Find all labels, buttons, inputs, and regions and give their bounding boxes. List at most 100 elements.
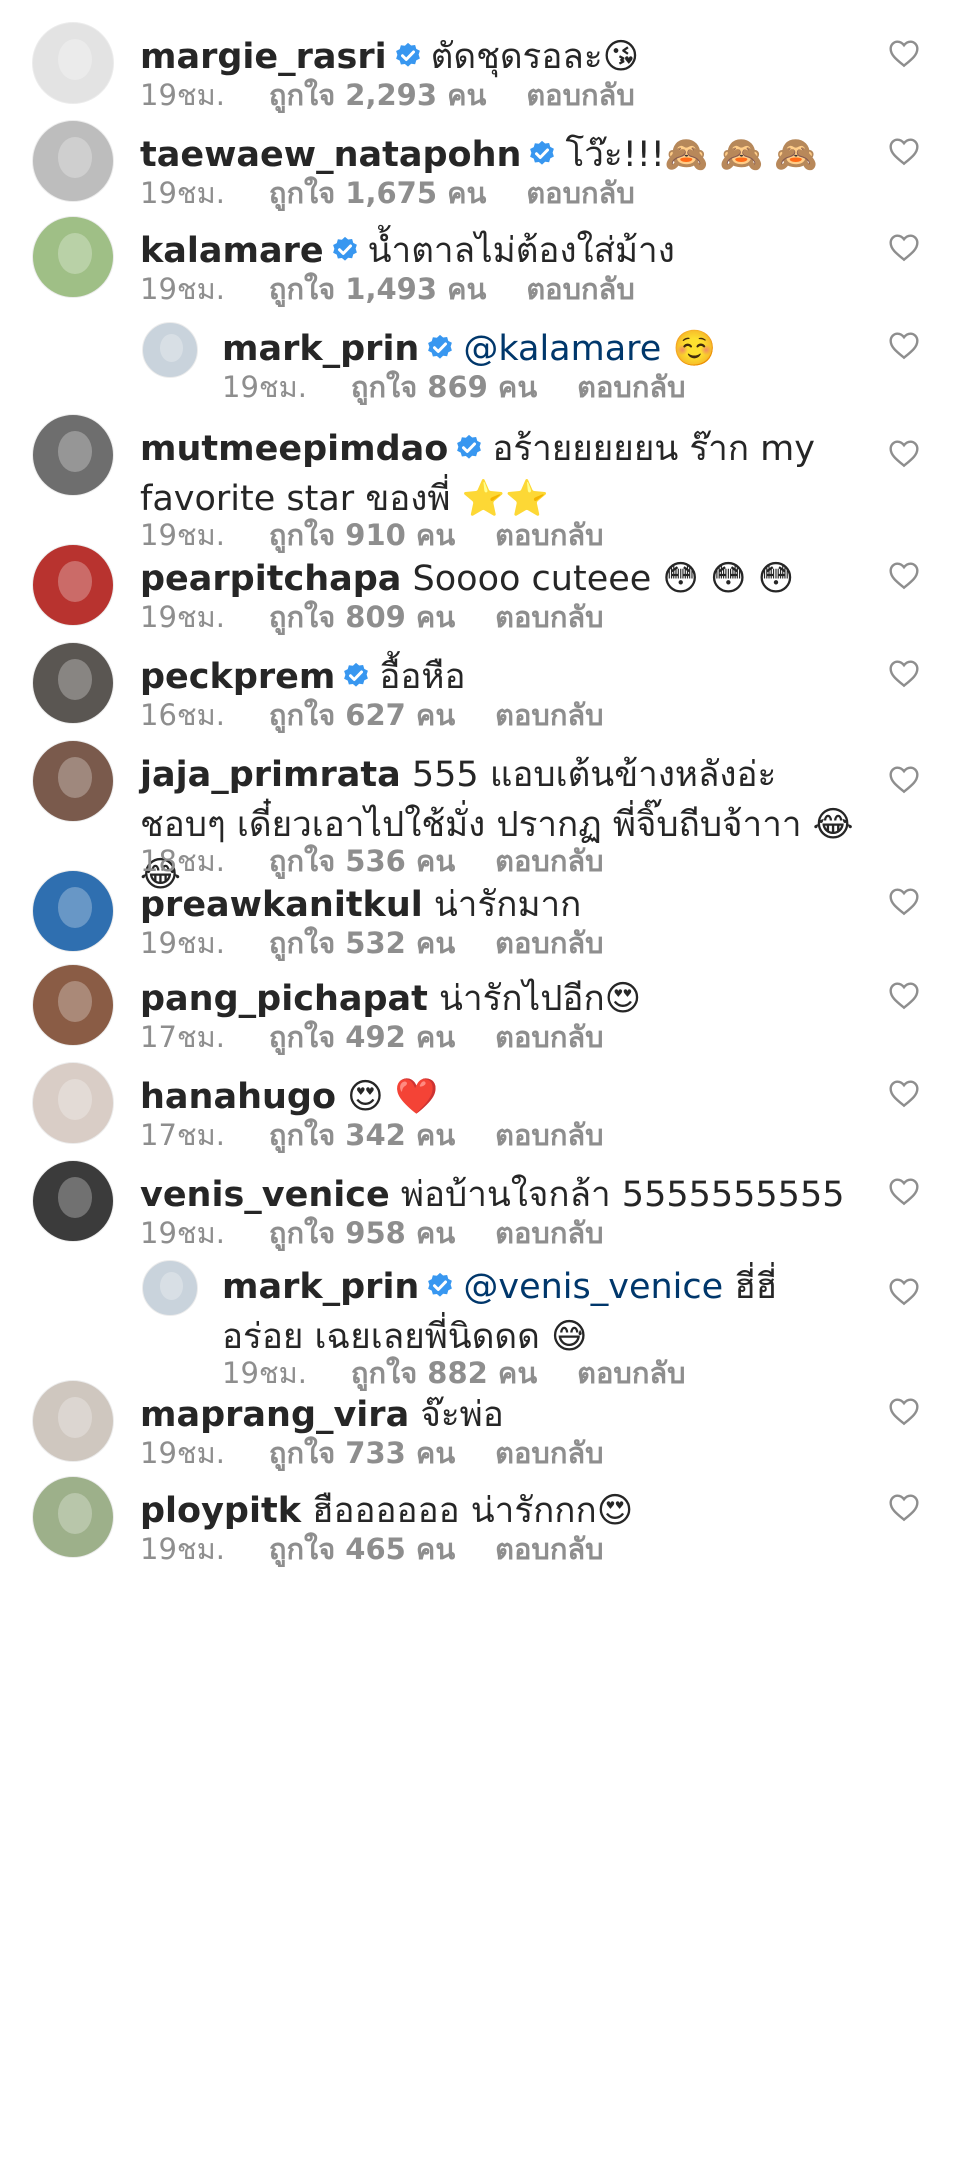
- mention-link[interactable]: @kalamare: [463, 329, 661, 369]
- comment-meta: 17ชม. ถูกใจ 342 คน ตอบกลับ: [140, 1112, 644, 1158]
- like-heart-icon[interactable]: [888, 658, 920, 688]
- timestamp: 19ชม.: [140, 272, 225, 306]
- likes-count-button[interactable]: ถูกใจ 958 คน: [269, 1216, 455, 1250]
- username-link[interactable]: venis_venice: [140, 1175, 390, 1215]
- reply-button[interactable]: ตอบกลับ: [495, 1216, 603, 1250]
- username-link[interactable]: preawkanitkul: [140, 885, 423, 925]
- avatar[interactable]: [32, 964, 114, 1046]
- timestamp: 19ชม.: [140, 78, 225, 112]
- username-link[interactable]: pearpitchapa: [140, 559, 401, 599]
- like-heart-icon[interactable]: [888, 38, 920, 68]
- likes-count-button[interactable]: ถูกใจ 342 คน: [269, 1118, 455, 1152]
- reply-button[interactable]: ตอบกลับ: [526, 176, 634, 210]
- username-link[interactable]: mutmeepimdao: [140, 429, 448, 469]
- reply-button[interactable]: ตอบกลับ: [526, 78, 634, 112]
- avatar[interactable]: [32, 22, 114, 104]
- likes-count-button[interactable]: ถูกใจ 869 คน: [351, 370, 537, 404]
- timestamp: 17ชม.: [140, 1020, 225, 1054]
- likes-count-button[interactable]: ถูกใจ 465 คน: [269, 1532, 455, 1566]
- reply-button[interactable]: ตอบกลับ: [495, 1118, 603, 1152]
- reply-button[interactable]: ตอบกลับ: [577, 370, 685, 404]
- reply-comment: mark_prin @kalamare ☺️ 19ชม. ถูกใจ 869 คน ตอ…: [0, 312, 980, 408]
- likes-count-button[interactable]: ถูกใจ 1,493 คน: [269, 272, 486, 306]
- likes-count-button[interactable]: ถูกใจ 492 คน: [269, 1020, 455, 1054]
- like-heart-icon[interactable]: [888, 1276, 920, 1306]
- like-heart-icon[interactable]: [888, 330, 920, 360]
- mention-link[interactable]: @venis_venice: [463, 1267, 723, 1307]
- avatar[interactable]: [32, 1380, 114, 1462]
- avatar[interactable]: [142, 322, 198, 378]
- like-heart-icon[interactable]: [888, 764, 920, 794]
- likes-count-button[interactable]: ถูกใจ 532 คน: [269, 926, 455, 960]
- avatar[interactable]: [32, 216, 114, 298]
- like-heart-icon[interactable]: [888, 1078, 920, 1108]
- avatar[interactable]: [32, 1160, 114, 1242]
- avatar[interactable]: [32, 870, 114, 952]
- comment-body: 😍 ❤️: [347, 1077, 439, 1117]
- avatar[interactable]: [32, 120, 114, 202]
- like-heart-icon[interactable]: [888, 136, 920, 166]
- username-link[interactable]: ploypitk: [140, 1491, 301, 1531]
- comment-body: ฮืออออออ น่ารักกก😍: [312, 1491, 634, 1531]
- avatar[interactable]: [32, 642, 114, 724]
- like-heart-icon[interactable]: [888, 232, 920, 262]
- like-heart-icon[interactable]: [888, 438, 920, 468]
- comment-meta: 19ชม. ถูกใจ 1,493 คน ตอบกลับ: [140, 266, 675, 312]
- likes-count-button[interactable]: ถูกใจ 733 คน: [269, 1436, 455, 1470]
- comment-meta: 16ชม. ถูกใจ 627 คน ตอบกลับ: [140, 692, 644, 738]
- reply-button[interactable]: ตอบกลับ: [495, 1436, 603, 1470]
- comment-meta: 19ชม. ถูกใจ 532 คน ตอบกลับ: [140, 920, 644, 966]
- username-link[interactable]: pang_pichapat: [140, 979, 428, 1019]
- username-link[interactable]: margie_rasri: [140, 37, 387, 77]
- avatar[interactable]: [32, 1062, 114, 1144]
- verified-badge-icon: [344, 662, 369, 687]
- verified-badge-icon: [428, 1272, 453, 1297]
- likes-count-button[interactable]: ถูกใจ 2,293 คน: [269, 78, 486, 112]
- comment-body: โว๊ะ!!!🙈 🙈 🙈: [565, 135, 818, 175]
- username-link[interactable]: jaja_primrata: [140, 755, 401, 795]
- avatar[interactable]: [142, 1260, 198, 1316]
- avatar[interactable]: [32, 414, 114, 496]
- username-link[interactable]: kalamare: [140, 231, 324, 271]
- username-link[interactable]: maprang_vira: [140, 1395, 409, 1435]
- like-heart-icon[interactable]: [888, 1176, 920, 1206]
- avatar-photo: [159, 1272, 184, 1301]
- comment-item: peckprem อื้อหือ 16ชม. ถูกใจ 627 คน ตอบกลับ: [0, 640, 980, 736]
- likes-count-button[interactable]: ถูกใจ 627 คน: [269, 698, 455, 732]
- comment-item: pang_pichapat น่ารักไปอีก😍 17ชม. ถูกใจ 492…: [0, 962, 980, 1058]
- reply-button[interactable]: ตอบกลับ: [495, 926, 603, 960]
- reply-button[interactable]: ตอบกลับ: [495, 1532, 603, 1566]
- comment-body: น้ำตาลไม่ต้องใส่ม้าง: [367, 231, 675, 271]
- comment-meta: 19ชม. ถูกใจ 809 คน ตอบกลับ: [140, 594, 644, 640]
- reply-comment: mark_prin @venis_venice ฮี่ฮี่ อร่อย เฉยเ…: [0, 1250, 980, 1390]
- avatar-photo: [57, 431, 93, 473]
- comment-item: mutmeepimdao อร้ายยยยยน ร๊าก my favorite …: [0, 412, 980, 552]
- like-heart-icon[interactable]: [888, 1492, 920, 1522]
- like-heart-icon[interactable]: [888, 980, 920, 1010]
- avatar-photo: [159, 334, 184, 363]
- like-heart-icon[interactable]: [888, 1396, 920, 1426]
- reply-button[interactable]: ตอบกลับ: [495, 698, 603, 732]
- like-heart-icon[interactable]: [888, 560, 920, 590]
- username-link[interactable]: taewaew_natapohn: [140, 135, 521, 175]
- avatar[interactable]: [32, 1476, 114, 1558]
- reply-button[interactable]: ตอบกลับ: [495, 1020, 603, 1054]
- avatar[interactable]: [32, 740, 114, 822]
- avatar[interactable]: [32, 544, 114, 626]
- avatar-photo: [57, 137, 93, 179]
- reply-button[interactable]: ตอบกลับ: [526, 272, 634, 306]
- verified-badge-icon: [530, 140, 555, 165]
- verified-badge-icon: [457, 434, 482, 459]
- likes-count-button[interactable]: ถูกใจ 1,675 คน: [269, 176, 486, 210]
- comment-body: จ๊ะพ่อ: [420, 1395, 504, 1435]
- username-link[interactable]: mark_prin: [222, 1267, 419, 1307]
- comment-item: jaja_primrata 555 แอบเต้นข้างหลังอ่ะ ชอบ…: [0, 738, 980, 895]
- likes-count-button[interactable]: ถูกใจ 809 คน: [269, 600, 455, 634]
- timestamp: 19ชม.: [140, 600, 225, 634]
- username-link[interactable]: hanahugo: [140, 1077, 336, 1117]
- timestamp: 19ชม.: [140, 1532, 225, 1566]
- username-link[interactable]: peckprem: [140, 657, 335, 697]
- username-link[interactable]: mark_prin: [222, 329, 419, 369]
- like-heart-icon[interactable]: [888, 886, 920, 916]
- reply-button[interactable]: ตอบกลับ: [495, 600, 603, 634]
